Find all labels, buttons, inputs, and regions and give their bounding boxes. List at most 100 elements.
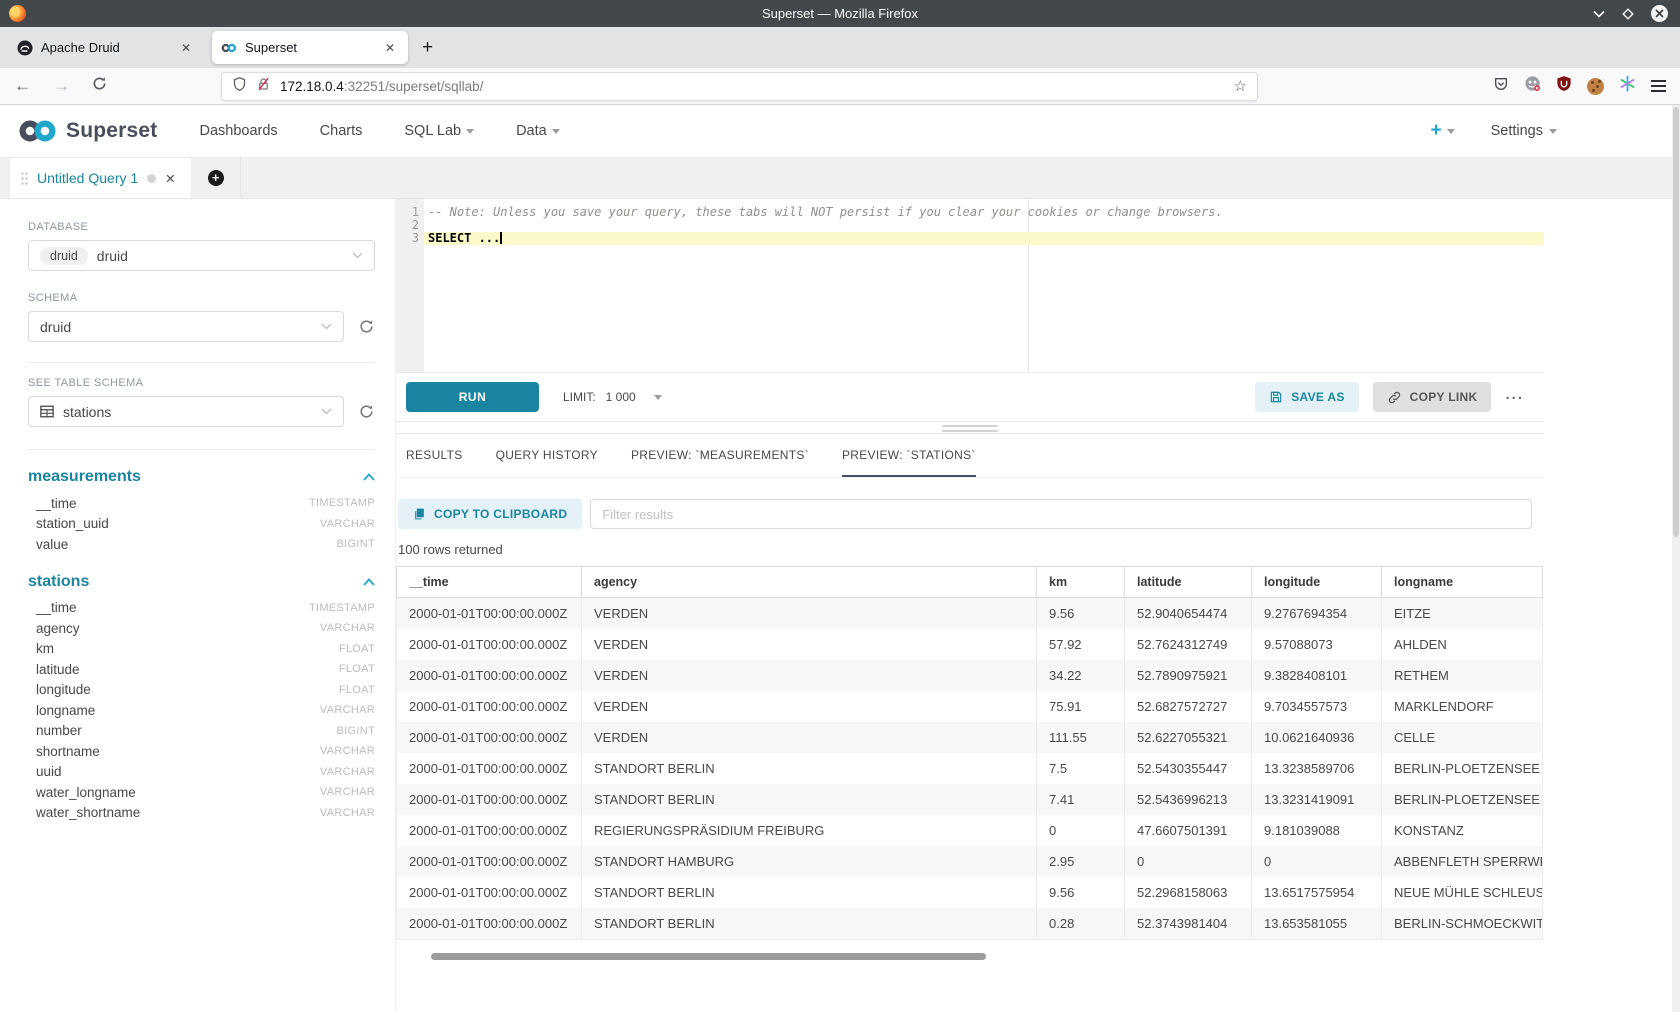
column-header-longname[interactable]: longname: [1382, 567, 1543, 598]
mask-extension-icon[interactable]: [1524, 75, 1541, 97]
superset-logo[interactable]: Superset: [17, 117, 157, 145]
code-line-3[interactable]: SELECT ...: [424, 232, 1544, 245]
table-cell: 10.0621640936: [1252, 722, 1382, 753]
ublock-extension-icon[interactable]: [1556, 75, 1572, 97]
column-row: kmFLOAT: [28, 639, 375, 660]
column-header-time[interactable]: __time: [397, 567, 582, 598]
table-cell: 2000-01-01T00:00:00.000Z: [397, 753, 582, 784]
reload-icon[interactable]: [92, 76, 107, 96]
add-query-tab-button[interactable]: +: [192, 158, 241, 198]
nav-link-charts[interactable]: Charts: [320, 123, 363, 139]
more-options-button[interactable]: ...: [1505, 386, 1524, 403]
table-cell: 52.7890975921: [1125, 660, 1252, 691]
lock-insecure-icon[interactable]: [256, 76, 271, 97]
nav-link-data[interactable]: Data: [516, 123, 560, 139]
table-name: stations: [28, 573, 363, 591]
copy-link-button[interactable]: COPY LINK: [1373, 382, 1492, 412]
horizontal-scrollbar-thumb[interactable]: [431, 953, 986, 960]
table-row: 2000-01-01T00:00:00.000ZVERDEN75.9152.68…: [397, 691, 1543, 722]
column-row: longitudeFLOAT: [28, 680, 375, 701]
filter-results-input[interactable]: [590, 499, 1532, 529]
url-text[interactable]: 172.18.0.4:32251/superset/sqllab/: [280, 79, 1225, 94]
browser-tab-close-icon[interactable]: ✕: [177, 39, 195, 57]
column-header-agency[interactable]: agency: [582, 567, 1037, 598]
settings-menu[interactable]: Settings: [1491, 123, 1557, 139]
schema-table-header-measurements[interactable]: measurements: [28, 468, 375, 486]
column-header-longitude[interactable]: longitude: [1252, 567, 1382, 598]
browser-tab-close-icon[interactable]: ✕: [381, 39, 399, 57]
url-field[interactable]: 172.18.0.4:32251/superset/sqllab/ ☆: [221, 72, 1258, 101]
table-cell: 13.6517575954: [1252, 877, 1382, 908]
browser-tab-superset[interactable]: Superset ✕: [212, 31, 408, 64]
sql-editor[interactable]: 123 -- Note: Unless you save your query,…: [396, 199, 1544, 372]
column-type: TIMESTAMP: [309, 602, 375, 614]
table-name: measurements: [28, 468, 363, 486]
new-item-button[interactable]: +: [1430, 120, 1454, 142]
window-maximize-icon[interactable]: [1622, 8, 1634, 20]
chevron-down-icon: [1447, 129, 1455, 134]
chevron-down-icon: [1549, 129, 1557, 134]
column-header-latitude[interactable]: latitude: [1125, 567, 1252, 598]
refresh-schema-icon[interactable]: [358, 318, 375, 335]
copy-to-clipboard-button[interactable]: COPY TO CLIPBOARD: [398, 499, 582, 529]
schema-table-header-stations[interactable]: stations: [28, 573, 375, 591]
browser-urlbar: ← → 172.18.0.4:32251/superset/sqllab/ ☆: [0, 68, 1680, 105]
save-as-button[interactable]: SAVE AS: [1255, 382, 1358, 412]
query-tab-close-icon[interactable]: ✕: [165, 171, 175, 186]
table-cell: 9.2767694354: [1252, 598, 1382, 630]
refresh-tables-icon[interactable]: [358, 403, 375, 420]
new-tab-button[interactable]: +: [422, 37, 433, 59]
window-close-icon[interactable]: [1651, 5, 1668, 22]
run-button[interactable]: RUN: [406, 382, 539, 412]
database-select[interactable]: druid druid: [28, 240, 375, 271]
snowflake-extension-icon[interactable]: [1619, 75, 1636, 97]
query-tab-active[interactable]: Untitled Query 1 ✕: [10, 158, 192, 198]
table-cell: 2000-01-01T00:00:00.000Z: [397, 815, 582, 846]
pocket-extension-icon[interactable]: [1493, 76, 1509, 97]
chevron-up-icon[interactable]: [363, 473, 375, 481]
splitter-drag-handle-icon[interactable]: [942, 425, 998, 435]
horizontal-scrollbar[interactable]: [396, 953, 1544, 960]
chevron-down-icon: [321, 323, 332, 330]
nav-link-sql-lab[interactable]: SQL Lab: [404, 123, 474, 139]
page-scrollbar-thumb[interactable]: [1673, 107, 1679, 537]
editor-code-area[interactable]: -- Note: Unless you save your query, the…: [424, 199, 1544, 372]
column-type: BIGINT: [337, 725, 375, 737]
back-icon[interactable]: ←: [14, 76, 31, 96]
menu-icon[interactable]: [1651, 80, 1666, 92]
limit-label: LIMIT:: [563, 390, 596, 404]
column-name: __time: [36, 600, 309, 615]
column-row: numberBIGINT: [28, 721, 375, 742]
limit-dropdown[interactable]: LIMIT: 1 000: [563, 390, 662, 404]
results-tab-preview-measurements[interactable]: PREVIEW: `MEASUREMENTS`: [631, 448, 809, 477]
drag-handle-icon[interactable]: [21, 172, 28, 185]
forward-icon[interactable]: →: [53, 76, 70, 96]
table-cell: 52.6827572727: [1125, 691, 1252, 722]
nav-link-dashboards[interactable]: Dashboards: [199, 123, 277, 139]
window-minimize-icon[interactable]: [1593, 10, 1605, 18]
chevron-up-icon[interactable]: [363, 578, 375, 586]
shield-icon[interactable]: [232, 76, 247, 97]
bookmark-star-icon[interactable]: ☆: [1234, 77, 1247, 95]
code-line-1[interactable]: -- Note: Unless you save your query, the…: [424, 206, 1544, 219]
results-tab-results[interactable]: RESULTS: [406, 448, 463, 477]
results-tab-query-history[interactable]: QUERY HISTORY: [496, 448, 598, 477]
column-row: water_longnameVARCHAR: [28, 782, 375, 803]
table-cell: 9.7034557573: [1252, 691, 1382, 722]
panel-splitter[interactable]: [396, 422, 1544, 434]
schema-select[interactable]: druid: [28, 311, 344, 342]
superset-infinity-icon: [17, 117, 59, 145]
table-cell: 34.22: [1037, 660, 1125, 691]
table-select[interactable]: stations: [28, 396, 344, 427]
browser-tab-apache-druid[interactable]: Apache Druid ✕: [8, 31, 204, 64]
code-line-2[interactable]: [424, 219, 1544, 232]
page-scrollbar[interactable]: [1672, 105, 1680, 1012]
table-cell: REGIERUNGSPRÄSIDIUM FREIBURG: [582, 815, 1037, 846]
column-name: uuid: [36, 764, 320, 779]
cookie-extension-icon[interactable]: [1587, 78, 1604, 95]
table-cell: 2000-01-01T00:00:00.000Z: [397, 908, 582, 940]
results-tab-preview-stations[interactable]: PREVIEW: `STATIONS`: [842, 448, 976, 477]
column-header-km[interactable]: km: [1037, 567, 1125, 598]
query-tab-label: Untitled Query 1: [37, 170, 138, 186]
divider: [28, 449, 375, 450]
